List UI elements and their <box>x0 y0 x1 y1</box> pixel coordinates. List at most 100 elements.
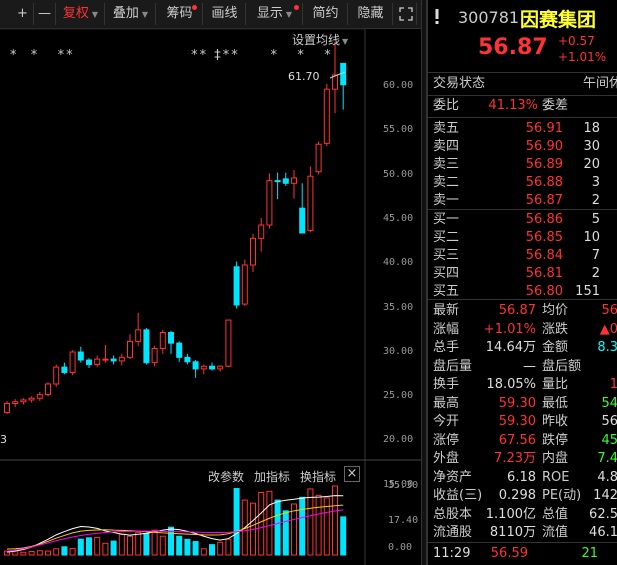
draw-line-button[interactable]: 画线 <box>204 3 246 25</box>
stat-row: 总手 14.64万 金额 8.3 <box>428 339 617 357</box>
stat-value: 56 <box>601 303 617 318</box>
level-label: 买四 <box>433 266 460 281</box>
stat-label: 均价 <box>542 303 569 318</box>
candle <box>209 362 215 371</box>
stat-value: 56.87 <box>498 303 536 318</box>
level-label: 卖三 <box>433 157 460 172</box>
price-change: +0.57 <box>558 34 595 48</box>
candle-body <box>12 401 19 405</box>
stat-label: 跌停 <box>542 432 569 448</box>
volume-bar <box>77 538 84 556</box>
price-change-pct: +1.01% <box>558 50 607 64</box>
candle-body <box>200 365 207 370</box>
candle-body <box>4 403 10 413</box>
stat-value: 8110万 <box>489 525 536 540</box>
level-price: 56.86 <box>525 212 563 227</box>
stat-value: ▲0 <box>599 321 617 337</box>
candle-body <box>168 331 174 344</box>
stat-label: 涨幅 <box>433 321 460 337</box>
close-indicator-icon[interactable]: × <box>344 466 360 482</box>
volume-bar <box>94 536 101 556</box>
volume-bar <box>217 541 224 556</box>
stat-label: 收益(三) <box>433 488 483 503</box>
max-price-label: 61.70 <box>288 70 320 83</box>
adjust-button[interactable]: 复权 ▼ <box>57 3 105 25</box>
candle <box>94 355 101 368</box>
quote-panel: 300781 因赛集团 56.87 +0.57 +1.01% 交易状态 午间休 … <box>427 0 617 565</box>
level-price: 56.91 <box>525 121 563 136</box>
volume-bar <box>266 490 273 556</box>
volume-bar <box>110 540 117 556</box>
last-price: 56.87 <box>478 35 548 60</box>
display-button[interactable]: 显示 ▼ <box>247 3 303 25</box>
candle <box>233 261 240 309</box>
candle <box>118 353 125 366</box>
candle-body <box>225 319 232 367</box>
kline-chart-panel[interactable]: 设置均线 ▼ * * ** ** ‡** * * * 61.70 3 60.00 5… <box>0 28 421 565</box>
volume-bar <box>200 548 207 556</box>
stat-label: 总值 <box>542 506 569 522</box>
level-label: 买三 <box>433 248 460 263</box>
level-price: 56.85 <box>525 230 563 245</box>
stat-value: +1.01% <box>483 321 536 337</box>
trading-status-row: 交易状态 午间休 <box>433 76 617 91</box>
candle <box>12 399 19 408</box>
candle-body <box>241 264 248 305</box>
volume-bar <box>127 535 133 556</box>
stock-name: 因赛集团 <box>520 9 597 31</box>
volume-bar <box>209 544 215 556</box>
candle-body <box>217 365 224 370</box>
stat-value: 0.298 <box>498 488 536 503</box>
price-tick: 55.00 <box>383 124 414 136</box>
volume-bar <box>258 491 265 556</box>
stat-row: 总股本 1.100亿 总值 62.5 <box>428 506 617 524</box>
candle-body <box>77 351 84 361</box>
price-tick: 40.00 <box>383 257 414 269</box>
volume-bar <box>86 537 92 556</box>
simple-mode-button[interactable]: 简约 <box>304 3 348 25</box>
dropdown-arrow-icon: ▼ <box>342 37 349 46</box>
candle <box>143 328 150 365</box>
switch-indicator-button[interactable]: 换指标 <box>300 468 336 485</box>
level-volume: 3 <box>591 175 600 190</box>
stat-value: 62.5 <box>589 506 617 522</box>
candle <box>332 42 338 114</box>
stat-value: 45 <box>601 432 617 448</box>
candle <box>28 396 35 403</box>
stat-value: 59.30 <box>498 395 536 411</box>
vol-tick-mid: 17.40 <box>388 515 419 526</box>
overlay-button[interactable]: 叠加 ▼ <box>106 3 156 25</box>
volume-bar <box>143 532 150 556</box>
stat-value: 142 <box>593 488 617 503</box>
stat-label: 量比 <box>542 377 569 392</box>
stat-label: 最高 <box>433 395 460 411</box>
candle <box>20 398 27 405</box>
chips-button[interactable]: 筹码 <box>157 3 203 25</box>
hide-button[interactable]: 隐藏 <box>349 3 393 25</box>
price-tick: 25.00 <box>383 390 414 402</box>
fullscreen-icon[interactable] <box>395 3 417 25</box>
candle-body <box>127 340 133 358</box>
dropdown-arrow-icon: ▼ <box>91 10 99 19</box>
edit-params-button[interactable]: 改参数 <box>208 468 244 485</box>
notify-dot-icon <box>294 5 299 10</box>
candle <box>323 83 330 146</box>
candle-body <box>28 397 35 401</box>
level-volume: 2 <box>591 193 600 208</box>
add-indicator-button[interactable]: 加指标 <box>254 468 290 485</box>
bid-level-row: 买四 56.81 2 <box>428 265 617 283</box>
candle <box>86 358 92 368</box>
candle-body <box>282 178 289 184</box>
stat-value: 6.18 <box>507 469 536 485</box>
candle <box>159 329 166 354</box>
stat-label: 总手 <box>433 340 460 355</box>
candle-body <box>20 399 27 403</box>
warning-icon[interactable] <box>432 8 442 24</box>
zoom-out-button[interactable]: — <box>34 3 56 25</box>
candle-body <box>159 331 166 349</box>
stat-label: 换手 <box>433 377 460 392</box>
stat-label: 盘后量 <box>433 358 473 374</box>
candle-body <box>69 351 76 373</box>
ma-setting-link[interactable]: 设置均线 ▼ <box>292 31 348 48</box>
zoom-in-button[interactable]: + <box>12 3 34 25</box>
